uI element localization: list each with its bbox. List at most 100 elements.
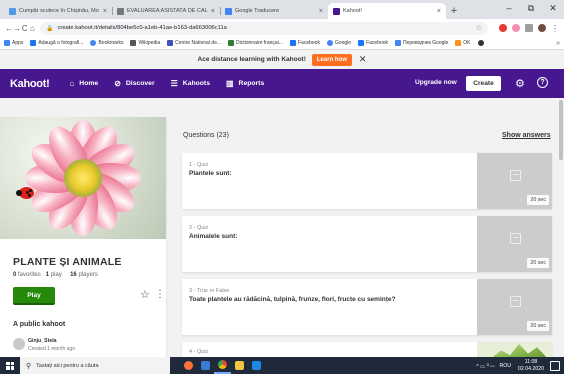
bookmark-google-translate[interactable]: Переводчик Google: [395, 40, 448, 46]
nav-item-kahoots[interactable]: ☰ Kahoots: [171, 79, 210, 88]
translate-favicon-icon: [225, 7, 232, 15]
close-banner-icon[interactable]: ✕: [359, 54, 367, 65]
bookmark-wikipedia[interactable]: Wikipedia: [130, 40, 160, 46]
site-icon: [167, 40, 174, 46]
browser-tab-google-translate[interactable]: Google Traducere ×: [220, 3, 328, 19]
site-icon: [477, 40, 484, 46]
lock-icon: 🔒: [46, 25, 54, 32]
close-tab-icon[interactable]: ×: [437, 8, 441, 15]
google-icon: [326, 40, 333, 46]
nav-item-reports[interactable]: ▥ Reports: [226, 79, 264, 88]
author-name[interactable]: Ginju_Stela: [28, 338, 57, 344]
chrome-app-icon[interactable]: [214, 357, 231, 374]
tray-icons[interactable]: ^ ▭ ⁽⁽ ꟷ: [476, 362, 494, 370]
ladybug-picture: [16, 187, 34, 199]
question-text: Plantele sunt:: [189, 170, 232, 177]
close-tab-icon[interactable]: ×: [103, 8, 107, 15]
more-options-icon[interactable]: ⋮: [155, 289, 165, 300]
browser-tab-kahoot[interactable]: Kahoot! ×: [328, 3, 446, 19]
play-button[interactable]: Play: [13, 287, 55, 305]
settings-icon[interactable]: ⚙: [515, 77, 525, 90]
learn-how-button[interactable]: Learn how: [311, 53, 352, 66]
question-type: 2 - Quiz: [189, 225, 209, 231]
language-indicator[interactable]: ROU: [500, 363, 512, 369]
close-tab-icon[interactable]: ×: [211, 8, 215, 15]
help-icon[interactable]: ?: [537, 77, 548, 88]
browser-tab-evaluare[interactable]: EVALUAREA ASISTATĂ DE CALCUL ×: [112, 3, 220, 19]
notifications-icon[interactable]: [550, 360, 560, 371]
kahoot-title: PLANTE ȘI ANIMALE: [13, 256, 122, 268]
nav-item-home[interactable]: ⌂ Home: [69, 79, 98, 88]
bookmark-apps[interactable]: Apps: [4, 40, 23, 46]
home-button[interactable]: ⌂: [29, 24, 37, 33]
bookmarks-bar: Apps Adaugă o fotografi... Bookmarks Wik…: [0, 37, 564, 50]
minimize-button[interactable]: –: [498, 0, 520, 16]
store-app-icon[interactable]: [197, 357, 214, 374]
extensions-area: ⋮: [494, 24, 559, 33]
list-icon: ☰: [170, 79, 178, 88]
bookmark-bookmarks[interactable]: Bookmarks: [90, 40, 123, 46]
scrollbar-thumb[interactable]: [559, 100, 563, 160]
extension-icon[interactable]: [525, 24, 533, 32]
windows-logo-icon: [6, 361, 14, 370]
extension-icon[interactable]: [499, 24, 507, 32]
search-placeholder: Tastați aici pentru a căuta: [36, 362, 99, 369]
address-bar-row: ← → C ⌂ 🔒 create.kahoot.it/details/804be…: [0, 19, 564, 37]
time-limit-badge: 20 sec: [527, 195, 549, 205]
apps-grid-icon: [4, 40, 10, 46]
edge-app-icon[interactable]: [248, 357, 265, 374]
file-explorer-app-icon[interactable]: [231, 357, 248, 374]
image-placeholder-icon: [510, 233, 521, 244]
bookmark-facebook[interactable]: Facebook: [289, 40, 320, 46]
question-text: Animalele sunt:: [189, 233, 238, 240]
bookmark-extra[interactable]: [477, 40, 486, 46]
window-controls: – ⧉ ✕: [498, 0, 564, 16]
taskbar-search-input[interactable]: ⚲ Tastați aici pentru a căuta: [20, 357, 170, 374]
start-button[interactable]: [0, 357, 20, 374]
question-card[interactable]: 2 - Quiz Animalele sunt: 20 sec: [182, 216, 552, 272]
maximize-button[interactable]: ⧉: [520, 0, 542, 16]
question-thumbnail: 20 sec: [477, 153, 552, 209]
bookmark-facebook-photo[interactable]: Adaugă o fotografi...: [30, 40, 83, 46]
extension-icon[interactable]: [512, 24, 520, 32]
bookmark-ok[interactable]: OK: [455, 40, 471, 46]
kahoot-logo[interactable]: Kahoot!: [10, 78, 50, 90]
author-avatar[interactable]: [13, 338, 25, 350]
forward-button[interactable]: →: [13, 24, 21, 33]
reload-button[interactable]: C: [21, 24, 29, 33]
url-text: create.kahoot.it/details/804be5c0-a1eb-4…: [57, 25, 227, 31]
close-tab-icon[interactable]: ×: [319, 8, 323, 15]
create-button[interactable]: Create: [466, 76, 501, 91]
bookmark-facebook-2[interactable]: Facebook: [358, 40, 388, 46]
close-window-button[interactable]: ✕: [542, 0, 564, 16]
bookmark-cnrtl[interactable]: Centre National de...: [167, 40, 221, 46]
profile-avatar[interactable]: [538, 24, 546, 32]
favorite-star-icon[interactable]: ☆: [140, 288, 150, 301]
upgrade-now-link[interactable]: Upgrade now: [415, 79, 457, 86]
bookmark-google[interactable]: Google: [326, 40, 351, 46]
url-input[interactable]: 🔒 create.kahoot.it/details/804be5c0-a1eb…: [40, 21, 488, 35]
question-card[interactable]: 1 - Quiz Plantele sunt: 20 sec: [182, 153, 552, 209]
compass-icon: ⊘: [114, 79, 121, 88]
clock[interactable]: 11:08 02.04.2020: [518, 359, 544, 371]
firefox-app-icon[interactable]: [180, 357, 197, 374]
question-thumbnail: [477, 342, 552, 357]
question-card[interactable]: 4 - Quiz: [182, 342, 552, 357]
show-answers-link[interactable]: Show answers: [502, 132, 551, 139]
bookmark-star-icon[interactable]: ☆: [476, 24, 482, 32]
question-thumbnail: 20 sec: [477, 216, 552, 272]
chrome-menu-icon[interactable]: ⋮: [551, 24, 559, 33]
site-icon: [228, 40, 235, 46]
question-type: 4 - Quiz: [189, 349, 209, 355]
more-bookmarks-icon[interactable]: »: [556, 40, 560, 47]
question-card[interactable]: 3 - True or False Toate plantele au rădă…: [182, 279, 552, 335]
back-button[interactable]: ←: [5, 24, 13, 33]
bookmark-dictionnaire[interactable]: Dictionnaire françai...: [228, 40, 283, 46]
page-scrollbar[interactable]: [558, 98, 564, 357]
promo-banner: Ace distance learning with Kahoot! Learn…: [0, 50, 564, 69]
site-favicon-icon: [9, 7, 16, 15]
browser-tab-shop[interactable]: Cumpăr scutece în Chișinău, Mo ×: [4, 3, 112, 19]
nav-item-discover[interactable]: ⊘ Discover: [114, 79, 154, 88]
flower-center: [64, 159, 102, 197]
new-tab-button[interactable]: +: [446, 3, 462, 19]
